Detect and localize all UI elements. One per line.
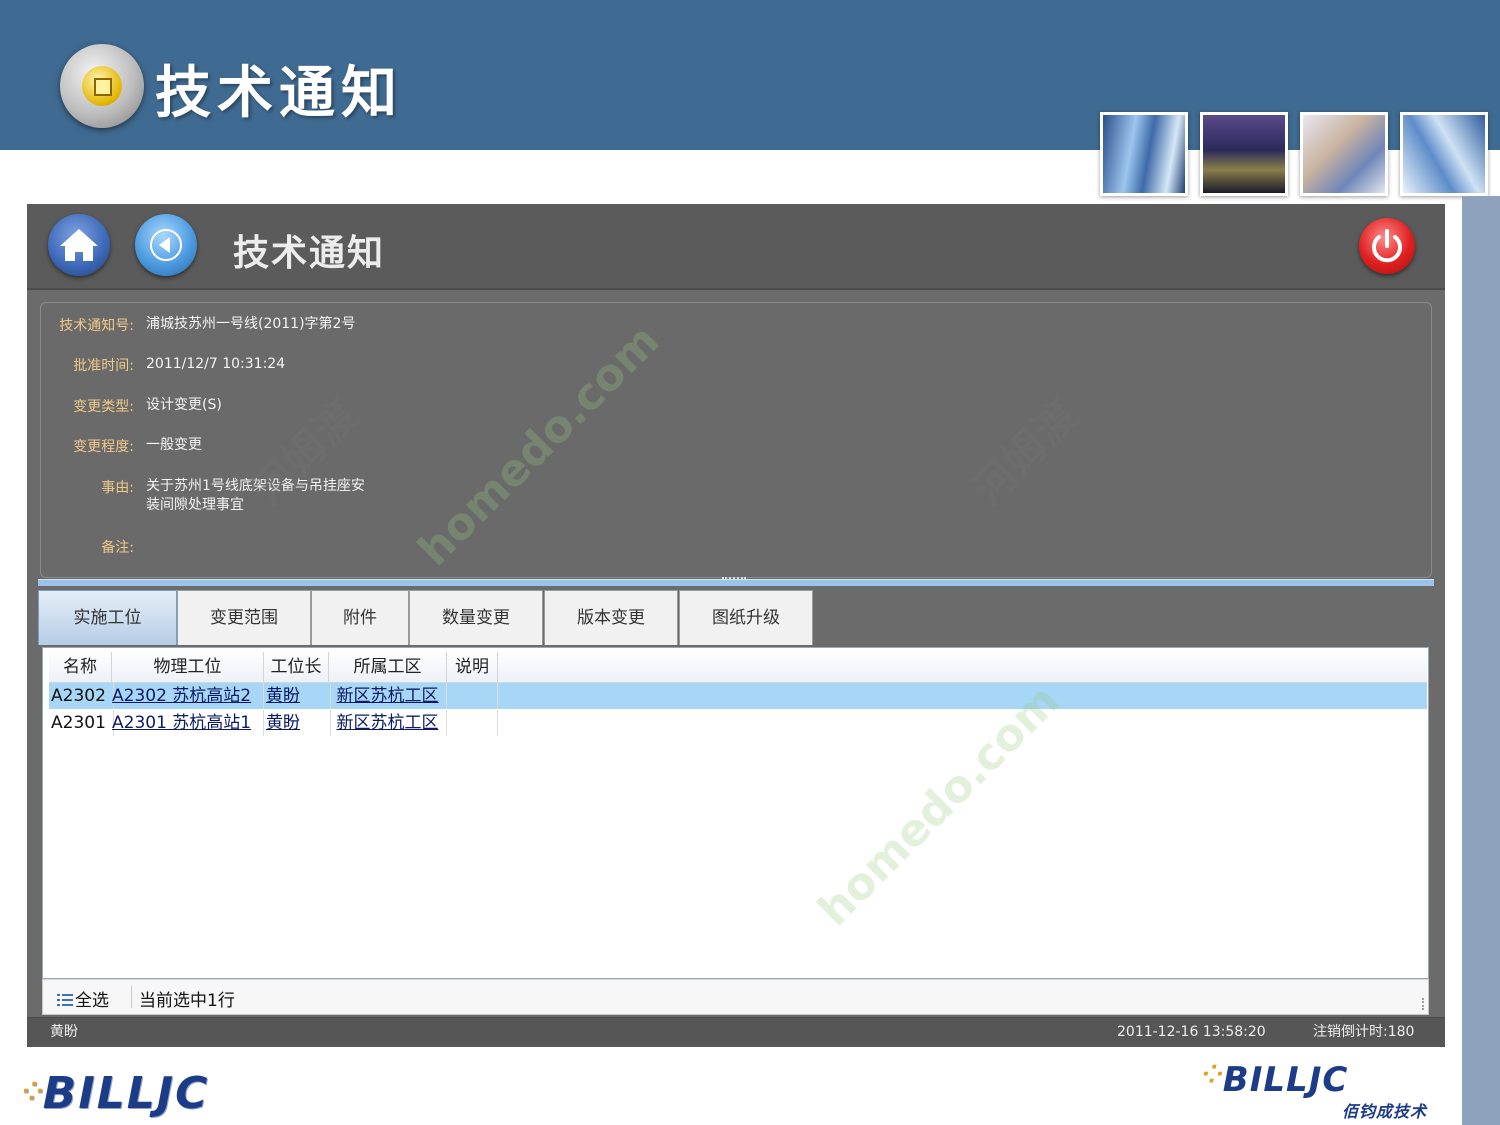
city-building-photo — [1100, 112, 1188, 196]
cell-name: A2302 — [49, 683, 114, 709]
cell-note — [447, 683, 498, 709]
home-button[interactable] — [48, 214, 110, 276]
notice-no-label: 技术通知号: — [59, 318, 134, 334]
home-icon — [60, 229, 98, 261]
panel-splitter[interactable] — [38, 579, 1434, 586]
cell-area-link[interactable]: 新区苏杭工区 — [329, 683, 447, 709]
table-row[interactable]: A2302 A2302 苏杭高站2 黄盼 新区苏杭工区 — [49, 683, 1427, 709]
notice-info-panel: 技术通知号: 浦城技苏州一号线(2011)字第2号 批准时间: 2011/12/… — [40, 302, 1432, 578]
cell-station-link[interactable]: A2302 苏杭高站2 — [112, 683, 264, 709]
logout-countdown: 注销倒计时:180 — [1313, 1024, 1415, 1040]
status-user: 黄盼 — [50, 1024, 78, 1040]
power-icon — [1372, 229, 1402, 263]
power-button[interactable] — [1359, 218, 1415, 274]
tab-attachments[interactable]: 附件 — [311, 590, 409, 645]
select-all-label: 全选 — [75, 991, 109, 1011]
cell-station-link[interactable]: A2301 苏杭高站1 — [112, 710, 264, 736]
billjc-logo-right: ⁘BILLJC 佰钧成技术 — [1202, 1060, 1428, 1121]
resize-grip[interactable] — [1412, 998, 1424, 1010]
reason-line-1: 关于苏州1号线底架设备与吊挂座安 — [146, 478, 365, 494]
back-button[interactable] — [135, 214, 197, 276]
selection-status: 当前选中1行 — [139, 991, 235, 1011]
column-header-area[interactable]: 所属工区 — [329, 652, 447, 682]
tab-implementation-station[interactable]: 实施工位 — [38, 590, 177, 645]
footer-divider — [131, 986, 132, 1008]
tab-drawing-upgrade[interactable]: 图纸升级 — [679, 590, 813, 645]
slide-title: 技术通知 — [155, 60, 403, 126]
change-type-value: 设计变更(S) — [146, 397, 222, 413]
glass-tower-photo — [1400, 112, 1488, 196]
phone-call-photo — [1300, 112, 1388, 196]
cell-leader-link[interactable]: 黄盼 — [264, 683, 331, 709]
cell-leader-link[interactable]: 黄盼 — [264, 710, 331, 736]
approved-time-value: 2011/12/7 10:31:24 — [146, 356, 286, 372]
cell-area-link[interactable]: 新区苏杭工区 — [329, 710, 447, 736]
remark-label: 备注: — [101, 540, 134, 556]
list-icon — [57, 994, 73, 1006]
reason-label: 事由: — [101, 480, 134, 496]
station-table: 名称 物理工位 工位长 所属工区 说明 A2302 A2302 苏杭高站2 黄盼… — [42, 647, 1429, 979]
reason-line-2: 装间隙处理事宜 — [146, 497, 244, 513]
change-degree-value: 一般变更 — [146, 437, 202, 453]
night-skyline-photo — [1200, 112, 1288, 196]
status-time: 2011-12-16 13:58:20 — [1117, 1024, 1266, 1040]
column-header-note[interactable]: 说明 — [447, 652, 498, 682]
tab-version-change[interactable]: 版本变更 — [544, 590, 678, 645]
slide-side-strip — [1462, 196, 1500, 1125]
change-type-label: 变更类型: — [73, 399, 134, 415]
table-header-row: 名称 物理工位 工位长 所属工区 说明 — [49, 648, 1427, 683]
app-header: 技术通知 — [27, 204, 1445, 290]
app-title: 技术通知 — [233, 233, 386, 274]
slide-emblem-icon — [60, 44, 144, 128]
back-arrow-icon — [150, 229, 182, 261]
change-degree-label: 变更程度: — [73, 439, 134, 455]
table-row[interactable]: A2301 A2301 苏杭高站1 黄盼 新区苏杭工区 — [49, 710, 1427, 736]
cell-name: A2301 — [49, 710, 114, 736]
tab-quantity-change[interactable]: 数量变更 — [409, 590, 543, 645]
column-header-name[interactable]: 名称 — [49, 652, 112, 682]
select-all-button[interactable]: 全选 — [57, 986, 109, 1011]
status-bar: 黄盼 2011-12-16 13:58:20 注销倒计时:180 — [27, 1017, 1445, 1047]
billjc-logo-subtitle: 佰钧成技术 — [1342, 1102, 1428, 1121]
billjc-logo-left: ⁘BILLJC — [22, 1068, 210, 1119]
column-header-station[interactable]: 物理工位 — [112, 652, 264, 682]
column-header-leader[interactable]: 工位长 — [264, 652, 329, 682]
notice-no-value: 浦城技苏州一号线(2011)字第2号 — [146, 316, 356, 332]
cell-note — [447, 710, 498, 736]
table-footer: 全选 当前选中1行 — [42, 979, 1429, 1015]
tab-change-scope[interactable]: 变更范围 — [177, 590, 311, 645]
approved-time-label: 批准时间: — [73, 358, 134, 374]
app-window: 技术通知 技术通知号: 浦城技苏州一号线(2011)字第2号 批准时间: 201… — [27, 204, 1445, 1047]
reason-value: 关于苏州1号线底架设备与吊挂座安 装间隙处理事宜 — [146, 477, 365, 515]
